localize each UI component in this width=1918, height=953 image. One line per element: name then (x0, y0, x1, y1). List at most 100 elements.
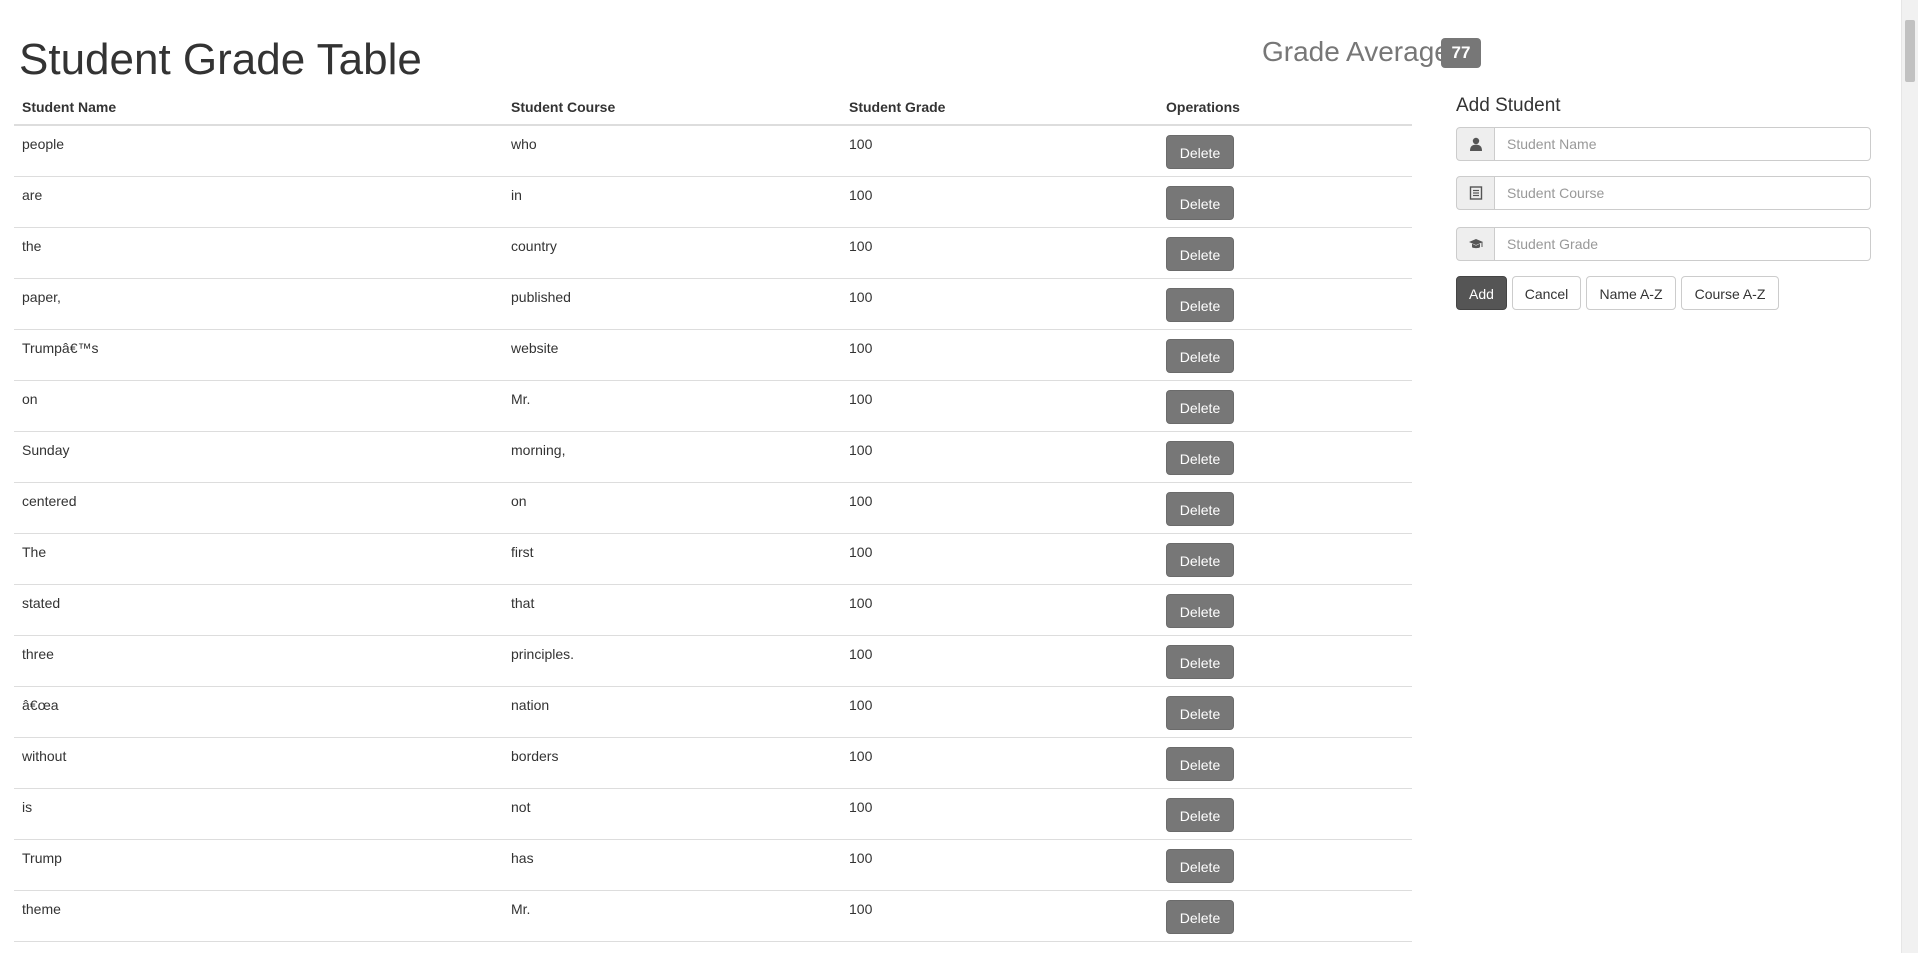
student-name-cell: centered (22, 493, 77, 509)
table-row: on Mr. 100 Delete (14, 381, 1412, 432)
student-name-cell: people (22, 136, 65, 152)
student-course-cell: morning, (511, 442, 566, 458)
student-name-cell: paper, (22, 289, 61, 305)
page: Student Grade Table Grade Average : 77 S… (0, 0, 1918, 953)
delete-button[interactable]: Delete (1166, 237, 1234, 271)
student-course-cell: Mr. (511, 391, 531, 407)
column-header-course: Student Course (511, 99, 616, 115)
grade-average-badge: 77 (1441, 38, 1481, 68)
table-row: â€œa nation 100 Delete (14, 687, 1412, 738)
student-grade-cell: 100 (849, 595, 873, 611)
student-name-cell: Sunday (22, 442, 70, 458)
student-name-cell: stated (22, 595, 61, 611)
student-name-cell: the (22, 238, 42, 254)
table-row: the country 100 Delete (14, 228, 1412, 279)
student-name-cell: The (22, 544, 47, 560)
student-course-cell: borders (511, 748, 559, 764)
student-name-group (1456, 127, 1871, 161)
table-header: Student Name Student Course Student Grad… (14, 94, 1412, 126)
student-name-cell: â€œa (22, 697, 59, 713)
delete-button[interactable]: Delete (1166, 135, 1234, 169)
delete-button[interactable]: Delete (1166, 747, 1234, 781)
table-row: is not 100 Delete (14, 789, 1412, 840)
student-name-input[interactable] (1494, 127, 1871, 161)
delete-button[interactable]: Delete (1166, 339, 1234, 373)
table-row: stated that 100 Delete (14, 585, 1412, 636)
student-course-cell: nation (511, 697, 550, 713)
table-row: Sunday morning, 100 Delete (14, 432, 1412, 483)
page-scrollbar[interactable] (1901, 0, 1918, 953)
student-course-cell: in (511, 187, 522, 203)
student-course-cell: first (511, 544, 534, 560)
table-row: The first 100 Delete (14, 534, 1412, 585)
cancel-button[interactable]: Cancel (1512, 276, 1581, 310)
table-row: are in 100 Delete (14, 177, 1412, 228)
page-title: Student Grade Table (19, 35, 422, 84)
table-row: people who 100 Delete (14, 126, 1412, 177)
student-grade-addon (1456, 227, 1495, 261)
table-row: three principles. 100 Delete (14, 636, 1412, 687)
student-course-cell: has (511, 850, 534, 866)
student-grade-group (1456, 227, 1871, 261)
student-grade-input[interactable] (1494, 227, 1871, 261)
student-course-cell: country (511, 238, 557, 254)
delete-button[interactable]: Delete (1166, 492, 1234, 526)
table-body: people who 100 Delete are in 100 Delete the count… (14, 126, 1412, 942)
table-row: Trumpâ€™s website 100 Delete (14, 330, 1412, 381)
student-name-cell: without (22, 748, 67, 764)
student-grade-cell: 100 (849, 748, 873, 764)
student-grade-cell: 100 (849, 697, 873, 713)
column-header-grade: Student Grade (849, 99, 946, 115)
delete-button[interactable]: Delete (1166, 696, 1234, 730)
student-name-cell: Trumpâ€™s (22, 340, 99, 356)
column-header-operations: Operations (1166, 99, 1240, 115)
student-name-addon (1456, 127, 1495, 161)
delete-button[interactable]: Delete (1166, 849, 1234, 883)
student-course-input[interactable] (1494, 176, 1871, 210)
student-name-cell: theme (22, 901, 61, 917)
student-name-cell: Trump (22, 850, 62, 866)
student-grade-cell: 100 (849, 901, 873, 917)
delete-button[interactable]: Delete (1166, 288, 1234, 322)
student-grade-cell: 100 (849, 391, 873, 407)
graduation-cap-icon (1469, 239, 1483, 249)
student-table: Student Name Student Course Student Grad… (14, 94, 1412, 942)
delete-button[interactable]: Delete (1166, 186, 1234, 220)
delete-button[interactable]: Delete (1166, 441, 1234, 475)
delete-button[interactable]: Delete (1166, 594, 1234, 628)
student-grade-cell: 100 (849, 289, 873, 305)
student-name-cell: is (22, 799, 33, 815)
student-course-cell: principles. (511, 646, 575, 662)
student-grade-cell: 100 (849, 646, 873, 662)
list-icon (1469, 186, 1483, 200)
student-grade-cell: 100 (849, 442, 873, 458)
table-row: centered on 100 Delete (14, 483, 1412, 534)
student-grade-cell: 100 (849, 850, 873, 866)
add-student-title: Add Student (1456, 95, 1561, 116)
delete-button[interactable]: Delete (1166, 390, 1234, 424)
student-name-cell: on (22, 391, 38, 407)
student-grade-cell: 100 (849, 799, 873, 815)
grade-average-label: Grade Average : (1262, 36, 1466, 67)
scrollbar-thumb[interactable] (1905, 20, 1915, 82)
table-row: theme Mr. 100 Delete (14, 891, 1412, 942)
student-name-cell: three (22, 646, 54, 662)
student-course-cell: that (511, 595, 535, 611)
student-course-cell: published (511, 289, 571, 305)
student-grade-cell: 100 (849, 187, 873, 203)
sort-course-button[interactable]: Course A-Z (1681, 276, 1779, 310)
delete-button[interactable]: Delete (1166, 645, 1234, 679)
table-row: Trump has 100 Delete (14, 840, 1412, 891)
student-grade-cell: 100 (849, 340, 873, 356)
student-grade-cell: 100 (849, 493, 873, 509)
sort-name-button[interactable]: Name A-Z (1586, 276, 1676, 310)
student-grade-cell: 100 (849, 544, 873, 560)
delete-button[interactable]: Delete (1166, 798, 1234, 832)
student-course-cell: on (511, 493, 527, 509)
delete-button[interactable]: Delete (1166, 900, 1234, 934)
user-icon (1470, 137, 1482, 151)
table-row: without borders 100 Delete (14, 738, 1412, 789)
delete-button[interactable]: Delete (1166, 543, 1234, 577)
add-button[interactable]: Add (1456, 276, 1507, 310)
student-course-cell: website (511, 340, 559, 356)
